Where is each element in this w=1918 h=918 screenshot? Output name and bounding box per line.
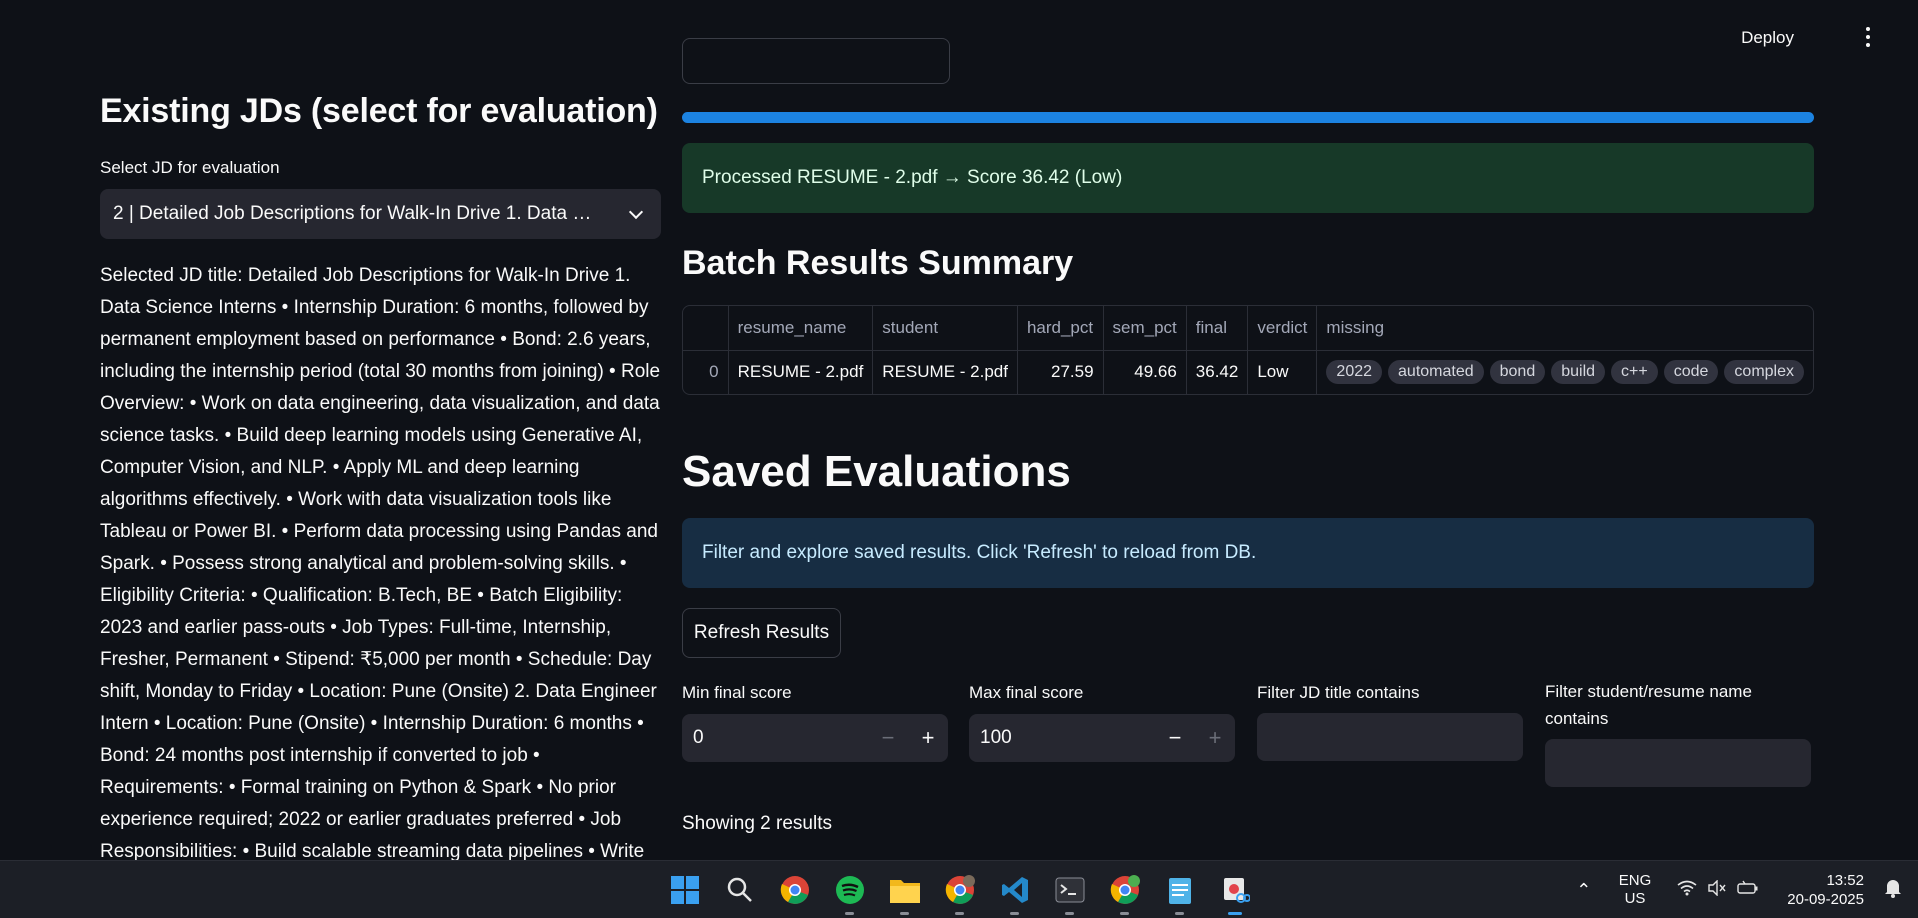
search-icon[interactable] (721, 872, 758, 909)
left-column: Existing JDs (select for evaluation) Sel… (100, 0, 662, 860)
jd-select-value: 2 | Detailed Job Descriptions for Walk-I… (113, 203, 601, 224)
chrome-profile-icon[interactable] (941, 872, 978, 915)
missing-chip: 2022 (1326, 360, 1383, 385)
windows-start-icon[interactable] (666, 872, 703, 909)
selected-jd-text: Selected JD title: Detailed Job Descript… (100, 265, 661, 860)
battery-icon[interactable] (1737, 880, 1759, 901)
column-header-resume-name[interactable]: resume_name (728, 306, 874, 351)
min-score-input[interactable]: 0 − + (682, 714, 948, 762)
column-header-missing[interactable]: missing (1316, 306, 1813, 351)
missing-chip: c++ (1611, 360, 1658, 385)
column-header-hard-pct[interactable]: hard_pct (1017, 306, 1104, 351)
notification-bell-icon[interactable] (1878, 878, 1908, 903)
file-explorer-icon[interactable] (886, 872, 923, 915)
jd-select-label: Select JD for evaluation (100, 158, 280, 177)
missing-chip: code (1663, 360, 1719, 385)
saved-evaluations-heading: Saved Evaluations (682, 447, 1071, 496)
existing-jds-heading: Existing JDs (select for evaluation) (100, 92, 658, 130)
region-code: US (1624, 890, 1646, 907)
progress-bar (682, 112, 1814, 123)
chevron-up-icon[interactable]: ⌃ (1569, 880, 1599, 901)
increment-button[interactable]: + (908, 714, 948, 762)
clock-date: 20-09-2025 (1787, 891, 1864, 908)
results-count-text: Showing 2 results (682, 813, 832, 834)
row-index: 0 (683, 350, 729, 394)
system-clock[interactable]: 13:52 20-09-2025 (1787, 871, 1864, 909)
max-score-value[interactable]: 100 (980, 727, 1155, 749)
upload-button-partial[interactable] (682, 38, 950, 84)
missing-chip: automated (1388, 360, 1484, 385)
notepad-icon[interactable] (1161, 872, 1198, 915)
jd-select[interactable]: 2 | Detailed Job Descriptions for Walk-I… (100, 189, 661, 239)
missing-chip: complex (1724, 360, 1804, 385)
column-header-sem-pct[interactable]: sem_pct (1103, 306, 1187, 351)
vscode-icon[interactable] (996, 872, 1033, 915)
missing-chip: bond (1489, 360, 1546, 385)
cell-hard-pct[interactable]: 27.59 (1017, 350, 1104, 394)
terminal-icon[interactable] (1051, 872, 1088, 915)
table-row: 0 RESUME - 2.pdf RESUME - 2.pdf 27.59 49… (683, 350, 1813, 394)
decrement-button[interactable]: − (1155, 714, 1195, 762)
cell-missing[interactable]: 2022 automated bond build c++ code compl… (1317, 350, 1813, 394)
jd-title-filter-label: Filter JD title contains (1257, 683, 1420, 702)
language-code: ENG (1618, 872, 1652, 889)
student-filter-input[interactable] (1545, 739, 1811, 787)
max-score-label: Max final score (969, 683, 1084, 702)
cell-sem-pct[interactable]: 49.66 (1103, 350, 1187, 394)
increment-button[interactable]: + (1195, 714, 1235, 762)
spotify-icon[interactable] (831, 872, 868, 915)
column-header-index[interactable] (683, 306, 729, 351)
student-filter-label: Filter student/resume name contains (1545, 682, 1752, 728)
cell-student[interactable]: RESUME - 2.pdf (872, 350, 1018, 394)
table-header-row: resume_name student hard_pct sem_pct fin… (683, 306, 1813, 351)
column-header-verdict[interactable]: verdict (1247, 306, 1318, 351)
chrome-p-icon[interactable] (1106, 872, 1143, 915)
missing-chip: build (1551, 360, 1606, 385)
max-score-input[interactable]: 100 − + (969, 714, 1235, 762)
jd-title-filter-input[interactable] (1257, 713, 1523, 761)
min-score-value[interactable]: 0 (693, 727, 868, 749)
snipping-tool-icon[interactable] (1216, 872, 1253, 915)
main-menu-icon[interactable] (1858, 24, 1878, 50)
column-header-final[interactable]: final (1186, 306, 1249, 351)
column-header-student[interactable]: student (872, 306, 1018, 351)
os-taskbar: ⌃ ENG US 13:52 20-09-2025 (0, 860, 1918, 918)
min-score-label: Min final score (682, 683, 792, 702)
info-alert: Filter and explore saved results. Click … (682, 518, 1814, 588)
volume-muted-icon[interactable] (1707, 878, 1727, 901)
cell-verdict[interactable]: Low (1247, 350, 1318, 394)
right-column: Processed RESUME - 2.pdf → Score 36.42 (… (682, 0, 1814, 860)
clock-time: 13:52 (1826, 872, 1864, 889)
success-alert: Processed RESUME - 2.pdf → Score 36.42 (… (682, 143, 1814, 213)
chevron-down-icon (628, 204, 644, 220)
batch-results-heading: Batch Results Summary (682, 244, 1074, 282)
wifi-icon[interactable] (1677, 880, 1697, 901)
cell-final[interactable]: 36.42 (1186, 350, 1249, 394)
cell-resume-name[interactable]: RESUME - 2.pdf (728, 350, 874, 394)
chrome-icon[interactable] (776, 872, 813, 909)
batch-results-table[interactable]: resume_name student hard_pct sem_pct fin… (682, 305, 1814, 395)
refresh-results-button[interactable]: Refresh Results (682, 608, 841, 658)
language-indicator[interactable]: ENG US (1619, 872, 1652, 908)
decrement-button[interactable]: − (868, 714, 908, 762)
